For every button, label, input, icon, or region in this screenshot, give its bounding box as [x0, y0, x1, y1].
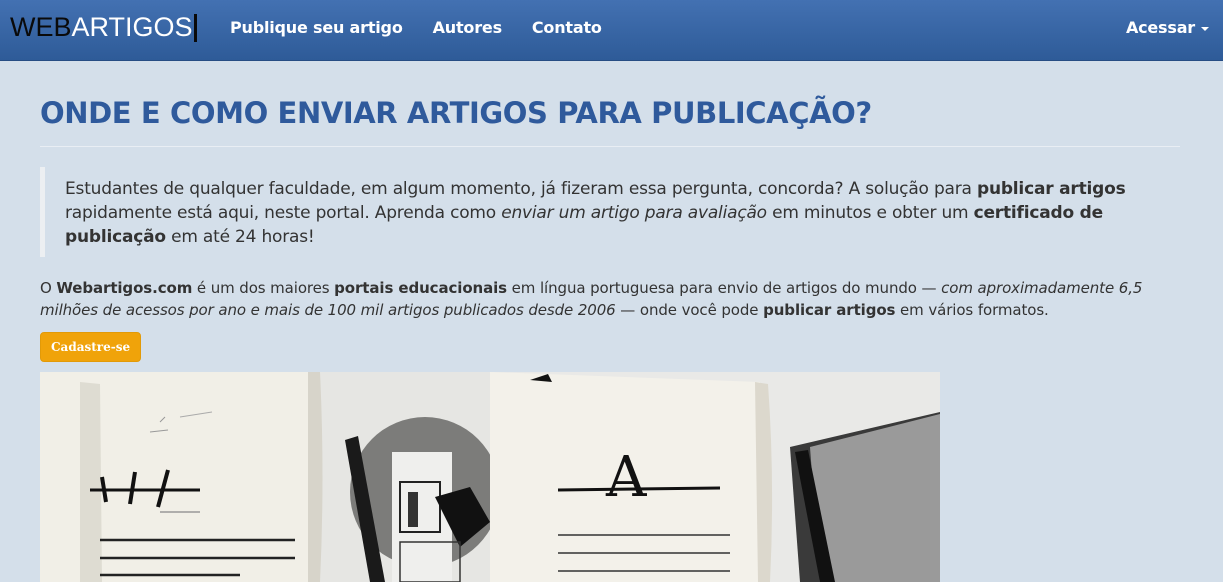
- logo-cursor-mark: [193, 14, 197, 42]
- hero-image: A: [40, 372, 940, 582]
- quote-text: rapidamente está aqui, neste portal. Apr…: [65, 203, 502, 223]
- page-title: ONDE E COMO ENVIAR ARTIGOS PARA PUBLICAÇ…: [40, 96, 872, 130]
- quote-text: Estudantes de qualquer faculdade, em alg…: [65, 179, 977, 199]
- quote-text: em até 24 horas!: [165, 227, 315, 247]
- para-text: em vários formatos.: [895, 301, 1049, 319]
- nav-link-publique[interactable]: Publique seu artigo: [230, 18, 403, 37]
- para-text: é um dos maiores: [192, 279, 335, 297]
- quote-italic: enviar um artigo para avaliação: [501, 203, 767, 223]
- para-bold: Webartigos.com: [56, 279, 193, 297]
- signup-button[interactable]: Cadastre-se: [40, 332, 142, 362]
- main-nav: Publique seu artigo Autores Contato: [230, 18, 632, 37]
- login-label: Acessar: [1125, 18, 1195, 37]
- description-paragraph: O Webartigos.com é um dos maiores portai…: [40, 277, 1180, 321]
- hero-letter: A: [606, 445, 647, 510]
- quote-text: em minutos e obter um: [766, 203, 974, 223]
- main-content: ONDE E COMO ENVIAR ARTIGOS PARA PUBLICAÇ…: [40, 61, 1180, 362]
- para-text: O: [40, 279, 57, 297]
- nav-link-autores[interactable]: Autores: [433, 18, 502, 37]
- para-text: — onde você pode: [615, 301, 764, 319]
- para-text: em língua portuguesa para envio de artig…: [507, 279, 942, 297]
- para-bold: publicar artigos: [763, 301, 896, 319]
- para-bold: portais educacionais: [334, 279, 508, 297]
- logo-web-text: WEB: [10, 12, 72, 42]
- hero-image-left: [40, 372, 500, 582]
- top-navbar: WEB ARTIGOS Publique seu artigo Autores C…: [0, 0, 1223, 61]
- title-divider: [40, 146, 1180, 147]
- hero-image-right: A: [490, 372, 940, 582]
- logo-artigos-text: ARTIGOS: [71, 12, 193, 42]
- login-dropdown[interactable]: Acessar: [1126, 18, 1209, 37]
- site-logo[interactable]: WEB ARTIGOS: [10, 10, 197, 42]
- caret-down-icon: [1201, 26, 1209, 31]
- intro-blockquote: Estudantes de qualquer faculdade, em alg…: [40, 167, 1180, 257]
- nav-link-contato[interactable]: Contato: [532, 18, 602, 37]
- quote-bold: publicar artigos: [976, 179, 1126, 199]
